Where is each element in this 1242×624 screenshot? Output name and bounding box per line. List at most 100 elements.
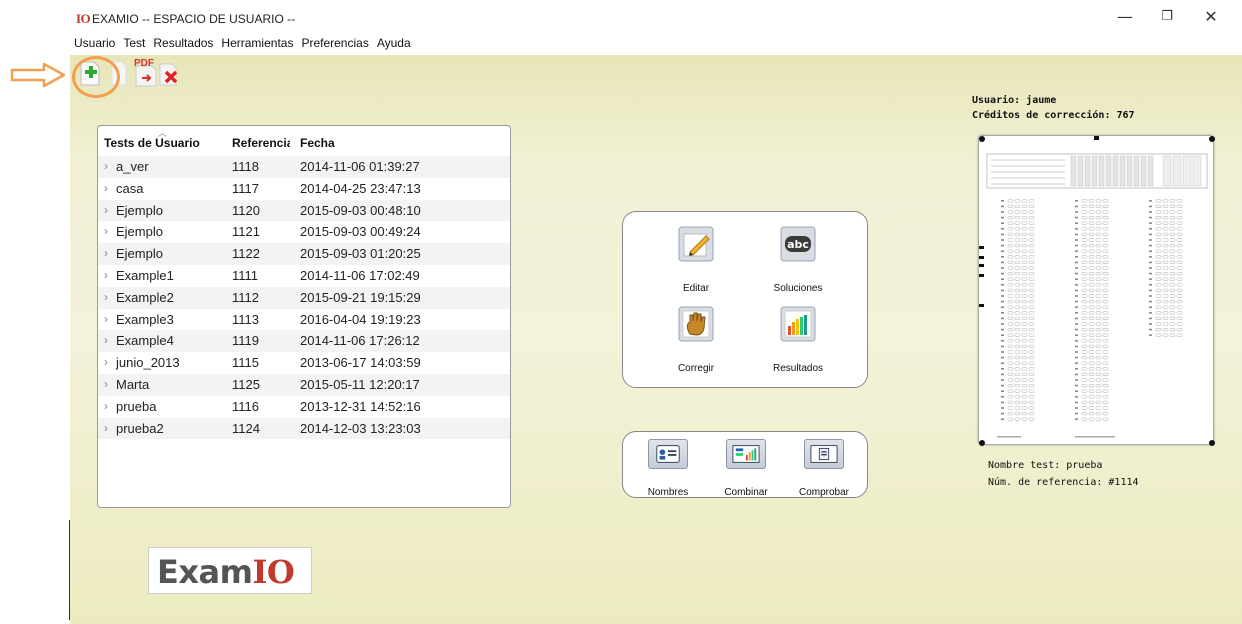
names-button[interactable]: Nombres <box>633 439 703 498</box>
column-header-name[interactable]: Tests de Usuario <box>104 136 200 150</box>
test-name: prueba2 <box>116 420 164 436</box>
examio-logo: ExamIO <box>148 547 312 594</box>
solutions-icon-text: abc <box>787 238 809 251</box>
test-name: Example4 <box>116 333 174 349</box>
grade-button[interactable]: Corregir <box>651 306 741 374</box>
expand-icon[interactable]: › <box>104 355 108 369</box>
test-name: Example3 <box>116 311 174 327</box>
maximize-button[interactable]: ❐ <box>1152 6 1182 28</box>
test-name: Marta <box>116 376 150 392</box>
table-row[interactable]: › junio_2013 1115 2013-06-17 14:03:59 <box>98 352 510 374</box>
table-row[interactable]: › a_ver 1118 2014-11-06 01:39:27 <box>98 156 510 178</box>
table-row[interactable]: › Example1 1111 2014-11-06 17:02:49 <box>98 265 510 287</box>
table-row[interactable]: › prueba2 1124 2014-12-03 13:23:03 <box>98 417 510 440</box>
menu-resultados[interactable]: Resultados <box>149 34 217 54</box>
expand-icon[interactable]: › <box>104 421 108 435</box>
grade-hand-icon <box>678 306 714 342</box>
test-reference: 1116 <box>232 398 259 414</box>
selected-test-name: Nombre test: prueba <box>988 460 1103 471</box>
test-reference: 1113 <box>232 311 259 327</box>
test-reference: 1115 <box>232 355 259 371</box>
table-row[interactable]: › casa 1117 2014-04-25 23:47:13 <box>98 178 510 200</box>
expand-icon[interactable]: › <box>104 268 108 282</box>
results-label: Resultados <box>772 363 824 374</box>
test-date: 2014-11-06 17:02:49 <box>300 267 420 283</box>
close-window-button[interactable]: ✕ <box>1196 6 1226 28</box>
test-reference: 1125 <box>232 376 260 392</box>
results-button[interactable]: Resultados <box>753 306 843 374</box>
expand-icon[interactable]: › <box>104 377 108 391</box>
tests-list[interactable]: ︿ Tests de Usuario Referencia Fecha › a_v… <box>97 125 511 508</box>
table-row[interactable]: › Ejemplo 1120 2015-09-03 00:48:10 <box>98 199 510 222</box>
table-row[interactable]: › prueba 1116 2013-12-31 14:52:16 <box>98 396 510 418</box>
test-date: 2014-11-06 01:39:27 <box>300 159 420 174</box>
expand-icon[interactable]: › <box>104 312 108 326</box>
column-header-reference[interactable]: Referencia <box>232 136 290 150</box>
expand-icon[interactable]: › <box>104 181 108 195</box>
expand-icon[interactable]: › <box>104 159 108 173</box>
combine-button[interactable]: Combinar <box>711 439 781 498</box>
column-header-date[interactable]: Fecha <box>300 136 335 150</box>
test-reference: 1124 <box>232 420 260 436</box>
menu-bar: Usuario Test Resultados Herramientas Pre… <box>70 34 415 54</box>
table-row[interactable]: › Example3 1113 2016-04-04 19:19:23 <box>98 309 510 331</box>
window-title: EXAMIO -- ESPACIO DE USUARIO -- <box>92 12 296 26</box>
solutions-abc-icon: abc <box>780 226 816 262</box>
edit-button[interactable]: Editar <box>651 226 741 294</box>
test-reference: 1117 <box>232 180 259 196</box>
expand-icon[interactable]: › <box>104 290 108 304</box>
combine-chart-icon <box>726 439 766 469</box>
solutions-button[interactable]: abc Soluciones <box>753 226 843 294</box>
secondary-actions-panel: Nombres Combinar Comprobar <box>622 431 868 498</box>
test-reference: 1122 <box>232 246 260 262</box>
table-row[interactable]: › Ejemplo 1121 2015-09-03 00:49:24 <box>98 221 510 243</box>
test-date: 2013-06-17 14:03:59 <box>300 355 421 371</box>
test-reference: 1111 <box>232 267 259 283</box>
user-info: Usuario: jaume Créditos de corrección: 7… <box>972 93 1135 123</box>
test-reference: 1121 <box>232 224 260 240</box>
test-reference: 1112 <box>232 289 259 305</box>
combine-label: Combinar <box>724 487 768 498</box>
test-name: Ejemplo <box>116 246 163 262</box>
expand-icon[interactable]: › <box>104 333 108 347</box>
answer-sheet-preview[interactable] <box>978 135 1215 446</box>
grade-label: Corregir <box>677 363 715 374</box>
test-reference: 1119 <box>232 333 259 349</box>
expand-icon[interactable]: › <box>104 246 108 260</box>
menu-ayuda[interactable]: Ayuda <box>373 34 415 54</box>
brand-text: ExamIO <box>157 553 295 591</box>
test-date: 2016-04-04 19:19:23 <box>300 311 421 327</box>
test-reference: 1118 <box>232 159 259 174</box>
table-row[interactable]: › Example2 1112 2015-09-21 19:15:29 <box>98 286 510 309</box>
answer-sheet-image <box>979 136 1215 446</box>
test-name: Ejemplo <box>116 224 163 240</box>
tests-rows: › a_ver 1118 2014-11-06 01:39:27 › casa 1117 2… <box>98 156 510 440</box>
check-scan-icon <box>804 439 844 469</box>
table-row[interactable]: › Marta 1125 2015-05-11 12:20:17 <box>98 373 510 396</box>
table-row[interactable]: › Ejemplo 1122 2015-09-03 01:20:25 <box>98 243 510 265</box>
names-card-icon <box>648 439 688 469</box>
test-name: casa <box>116 180 144 196</box>
menu-preferencias[interactable]: Preferencias <box>297 34 372 54</box>
delete-icon <box>159 63 178 86</box>
minimize-button[interactable]: — <box>1110 6 1140 28</box>
test-date: 2014-04-25 23:47:13 <box>300 180 421 196</box>
expand-icon[interactable]: › <box>104 224 108 238</box>
table-row[interactable]: › Example4 1119 2014-11-06 17:26:12 <box>98 330 510 353</box>
test-date: 2014-11-06 17:26:12 <box>300 333 420 349</box>
expand-icon[interactable]: › <box>104 399 108 413</box>
test-date: 2014-12-03 13:23:03 <box>300 420 421 436</box>
menu-herramientas[interactable]: Herramientas <box>217 34 297 54</box>
check-button[interactable]: Comprobar <box>789 439 859 498</box>
username: Usuario: jaume <box>972 95 1057 106</box>
test-reference: 1120 <box>232 202 260 218</box>
selected-test-reference: Núm. de referencia: #1114 <box>988 477 1139 488</box>
expand-icon[interactable]: › <box>104 203 108 217</box>
menu-test[interactable]: Test <box>119 34 149 54</box>
test-date: 2015-09-03 01:20:25 <box>300 246 421 262</box>
solutions-label: Soluciones <box>773 283 823 294</box>
test-date: 2015-09-03 00:48:10 <box>300 202 421 218</box>
menu-usuario[interactable]: Usuario <box>70 34 119 54</box>
left-margin <box>0 55 70 624</box>
delete-test-button[interactable] <box>156 56 190 90</box>
